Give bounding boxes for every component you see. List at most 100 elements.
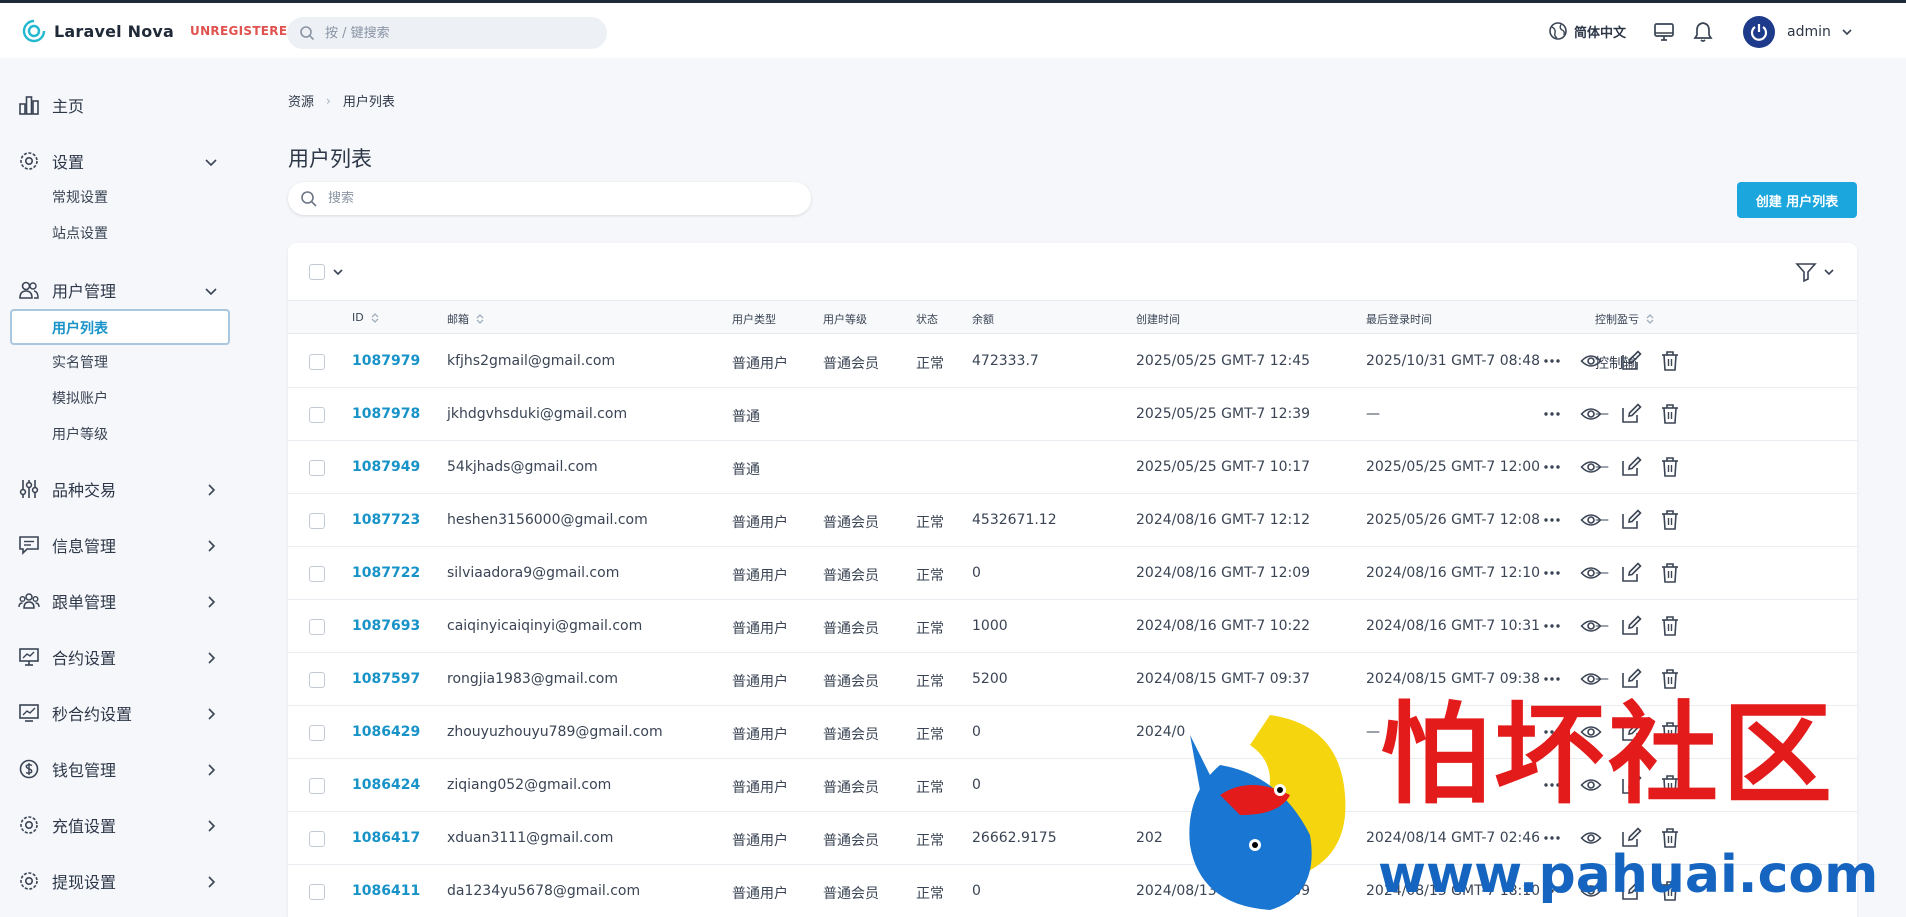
table-row[interactable]: 1086429 zhouyuzhouyu789@gmail.com 普通用户 普通会员…	[288, 706, 1857, 759]
sidebar-group-deposit[interactable]: 充值设置	[18, 813, 116, 837]
cell-id[interactable]: 1086429	[352, 724, 420, 740]
edit-icon[interactable]	[1620, 827, 1642, 849]
trash-icon[interactable]	[1659, 880, 1681, 902]
chevron-right-icon[interactable]	[204, 651, 218, 665]
cell-id[interactable]: 1086411	[352, 883, 420, 899]
row-checkbox[interactable]	[309, 566, 325, 582]
eye-icon[interactable]	[1580, 615, 1602, 637]
eye-icon[interactable]	[1580, 562, 1602, 584]
eye-icon[interactable]	[1580, 350, 1602, 372]
trash-icon[interactable]	[1659, 350, 1681, 372]
sidebar-group-users[interactable]: 用户管理	[18, 278, 116, 302]
trash-icon[interactable]	[1659, 562, 1681, 584]
chevron-right-icon[interactable]	[204, 875, 218, 889]
trash-icon[interactable]	[1659, 827, 1681, 849]
more-icon[interactable]	[1541, 774, 1563, 796]
table-row[interactable]: 1087693 caiqinyicaiqinyi@gmail.com 普通用户 普通会…	[288, 600, 1857, 653]
sidebar-group-contracts[interactable]: 合约设置	[18, 645, 116, 669]
table-row[interactable]: 1087978 jkhdgvhsduki@gmail.com 普通 2025/05/2…	[288, 388, 1857, 441]
more-icon[interactable]	[1541, 880, 1563, 902]
trash-icon[interactable]	[1659, 721, 1681, 743]
sidebar-group-trading[interactable]: 品种交易	[18, 477, 116, 501]
more-icon[interactable]	[1541, 615, 1563, 637]
table-row[interactable]: 1087597 rongjia1983@gmail.com 普通用户 普通会员 正常 52…	[288, 653, 1857, 706]
cell-id[interactable]: 1086417	[352, 830, 420, 846]
row-checkbox[interactable]	[309, 513, 325, 529]
edit-icon[interactable]	[1620, 403, 1642, 425]
trash-icon[interactable]	[1659, 403, 1681, 425]
chevron-right-icon[interactable]	[204, 819, 218, 833]
row-checkbox[interactable]	[309, 778, 325, 794]
table-row[interactable]: 1087723 heshen3156000@gmail.com 普通用户 普通会员 正常…	[288, 494, 1857, 547]
sidebar-item-site-settings[interactable]: 站点设置	[52, 223, 108, 243]
global-search-input[interactable]	[325, 25, 585, 41]
more-icon[interactable]	[1541, 668, 1563, 690]
language-switcher[interactable]: 简体中文	[1548, 21, 1626, 41]
cell-id[interactable]: 1087597	[352, 671, 420, 687]
row-checkbox[interactable]	[309, 407, 325, 423]
cell-id[interactable]: 1087722	[352, 565, 420, 581]
filter-icon[interactable]	[1795, 261, 1817, 283]
trash-icon[interactable]	[1659, 456, 1681, 478]
sidebar-item-user-levels[interactable]: 用户等级	[52, 424, 108, 444]
row-checkbox[interactable]	[309, 831, 325, 847]
eye-icon[interactable]	[1580, 721, 1602, 743]
edit-icon[interactable]	[1620, 880, 1642, 902]
edit-icon[interactable]	[1620, 774, 1642, 796]
user-menu[interactable]: admin	[1743, 16, 1853, 48]
edit-icon[interactable]	[1620, 456, 1642, 478]
eye-icon[interactable]	[1580, 774, 1602, 796]
chevron-right-icon[interactable]	[204, 707, 218, 721]
global-search[interactable]	[287, 17, 607, 49]
bell-icon[interactable]	[1693, 21, 1713, 43]
table-row[interactable]: 1086417 xduan3111@gmail.com 普通用户 普通会员 正常 2666…	[288, 812, 1857, 865]
more-icon[interactable]	[1541, 350, 1563, 372]
more-icon[interactable]	[1541, 827, 1563, 849]
column-header-id[interactable]: ID	[352, 311, 380, 324]
sidebar-group-copy-trading[interactable]: 跟单管理	[18, 589, 116, 613]
sidebar-item-demo-accounts[interactable]: 模拟账户	[52, 388, 108, 408]
eye-icon[interactable]	[1580, 668, 1602, 690]
chevron-down-icon[interactable]	[332, 266, 344, 278]
cell-id[interactable]: 1087979	[352, 353, 420, 369]
select-all-checkbox[interactable]	[309, 264, 325, 280]
create-user-button[interactable]: 创建 用户列表	[1737, 182, 1857, 218]
eye-icon[interactable]	[1580, 880, 1602, 902]
table-row[interactable]: 1087949 54kjhads@gmail.com 普通 2025/05/25 GM…	[288, 441, 1857, 494]
cell-id[interactable]: 1087693	[352, 618, 420, 634]
sidebar-group-withdraw[interactable]: 提现设置	[18, 869, 116, 893]
table-row[interactable]: 1087722 silviaadora9@gmail.com 普通用户 普通会员 正常 0…	[288, 547, 1857, 600]
chevron-down-icon[interactable]	[1823, 266, 1835, 278]
edit-icon[interactable]	[1620, 721, 1642, 743]
chevron-down-icon[interactable]	[204, 155, 218, 169]
trash-icon[interactable]	[1659, 615, 1681, 637]
resource-search-input[interactable]	[328, 191, 788, 206]
sidebar-item-home[interactable]: 主页	[18, 93, 84, 117]
chevron-right-icon[interactable]	[204, 483, 218, 497]
more-icon[interactable]	[1541, 562, 1563, 584]
edit-icon[interactable]	[1620, 668, 1642, 690]
chevron-right-icon[interactable]	[204, 539, 218, 553]
table-row[interactable]: 1086411 da1234yu5678@gmail.com 普通用户 普通会员 正常 0…	[288, 865, 1857, 917]
row-checkbox[interactable]	[309, 460, 325, 476]
sidebar-group-wallet[interactable]: 钱包管理	[18, 757, 116, 781]
eye-icon[interactable]	[1580, 403, 1602, 425]
sidebar-item-real-name[interactable]: 实名管理	[52, 352, 108, 372]
more-icon[interactable]	[1541, 721, 1563, 743]
row-checkbox[interactable]	[309, 884, 325, 900]
cell-id[interactable]: 1087949	[352, 459, 420, 475]
sidebar-item-user-list[interactable]: 用户列表	[10, 309, 230, 345]
edit-icon[interactable]	[1620, 615, 1642, 637]
column-header-email[interactable]: 邮箱	[447, 311, 485, 327]
table-row[interactable]: 1086424 ziqiang052@gmail.com 普通用户 普通会员 正常 0	[288, 759, 1857, 812]
column-header-control[interactable]: 控制盈亏	[1595, 311, 1655, 327]
trash-icon[interactable]	[1659, 774, 1681, 796]
trash-icon[interactable]	[1659, 668, 1681, 690]
row-checkbox[interactable]	[309, 354, 325, 370]
more-icon[interactable]	[1541, 456, 1563, 478]
sidebar-group-second-contracts[interactable]: 秒合约设置	[18, 701, 132, 725]
sidebar-group-settings[interactable]: 设置	[18, 149, 84, 173]
chevron-right-icon[interactable]	[204, 595, 218, 609]
eye-icon[interactable]	[1580, 827, 1602, 849]
edit-icon[interactable]	[1620, 509, 1642, 531]
